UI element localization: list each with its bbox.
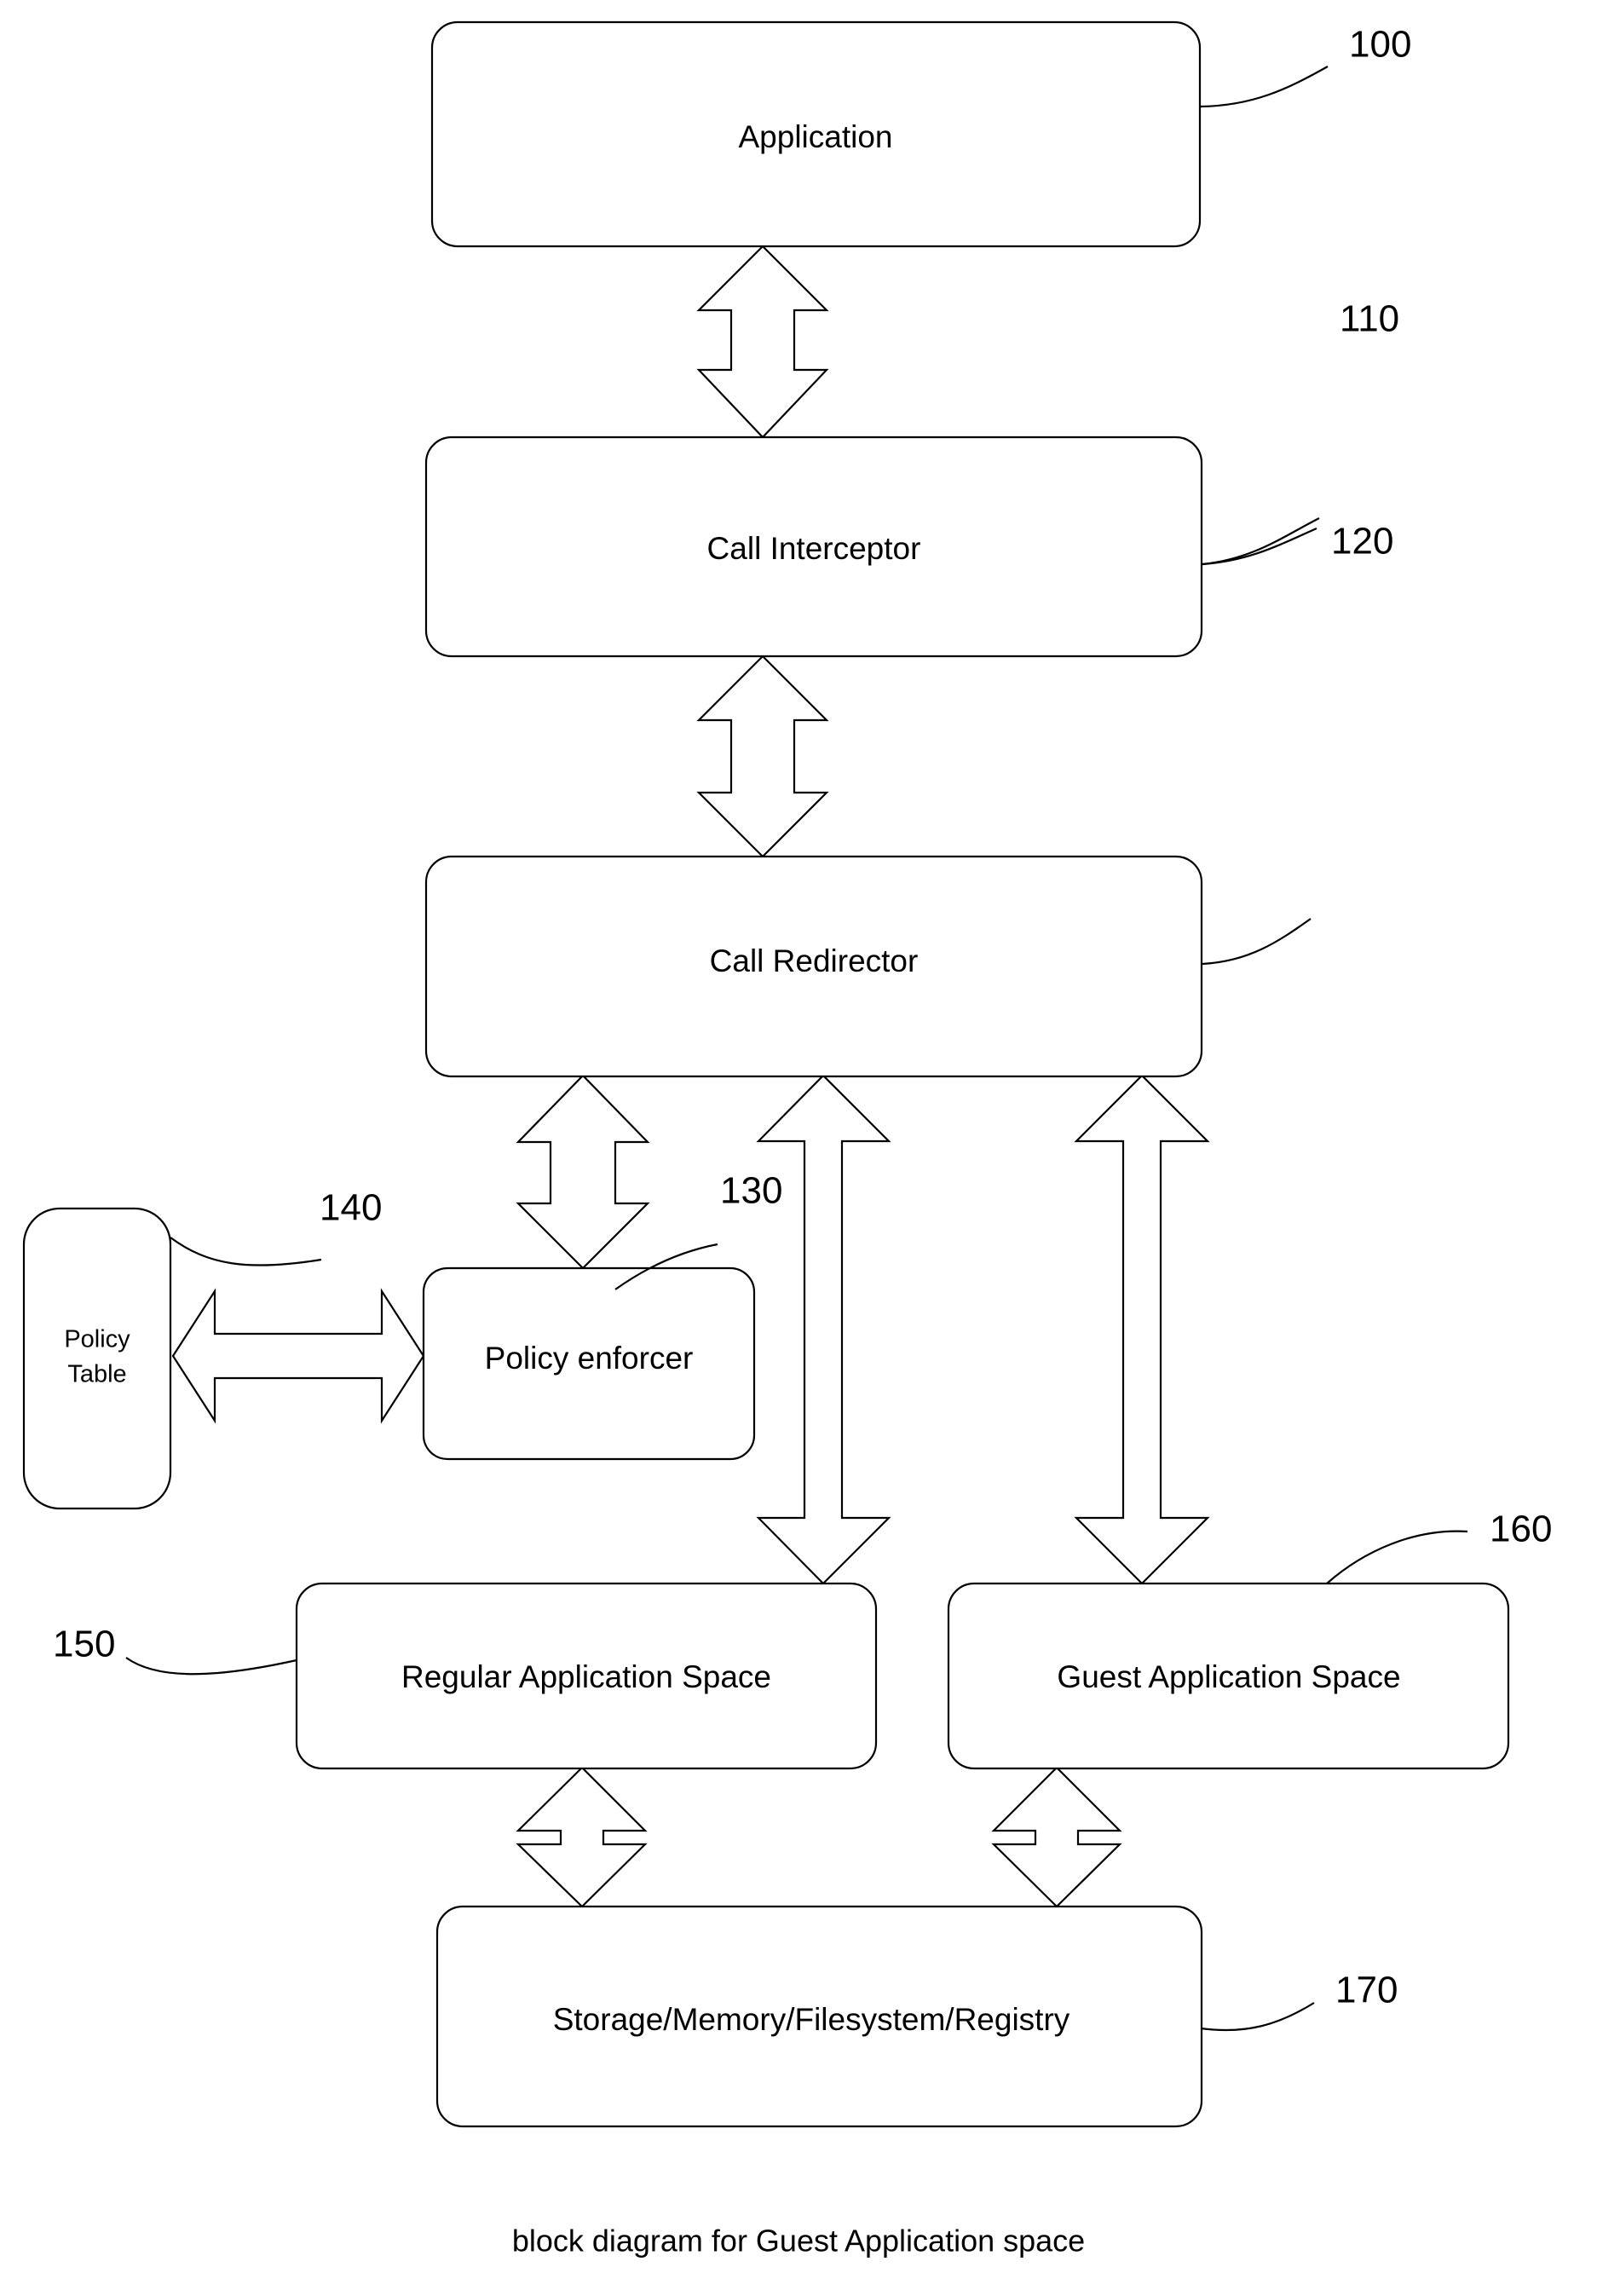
block-application-label: Application xyxy=(738,119,892,154)
connector-call-redirector-to-regular-application-space xyxy=(756,1074,891,1585)
block-policy-table[interactable]: Policy Table xyxy=(22,1207,172,1510)
block-guest-application-space-label: Guest Application Space xyxy=(1057,1659,1400,1694)
connector-guest-application-space-to-storage xyxy=(991,1766,1122,1908)
connector-regular-application-space-to-storage xyxy=(516,1766,648,1908)
connector-call-redirector-to-guest-application-space xyxy=(1074,1074,1210,1585)
block-policy-table-label-line1: Policy xyxy=(64,1326,130,1353)
connector-application-to-call-interceptor xyxy=(696,245,829,439)
reference-number-160: 160 xyxy=(1490,1509,1552,1550)
reference-callout-170: 170 xyxy=(1200,1970,1398,2032)
reference-number-170: 170 xyxy=(1335,1970,1398,2011)
block-call-redirector[interactable]: Call Redirector xyxy=(424,855,1203,1078)
block-policy-enforcer-label: Policy enforcer xyxy=(485,1341,694,1376)
reference-callout-150: 150 xyxy=(53,1624,297,1676)
block-storage-memory-filesystem-registry-label: Storage/Memory/Filesystem/Registry xyxy=(553,2002,1070,2037)
reference-number-110: 110 xyxy=(1340,298,1399,340)
connector-call-redirector-to-policy-enforcer xyxy=(516,1074,650,1270)
block-regular-application-space[interactable]: Regular Application Space xyxy=(295,1582,878,1770)
reference-number-150: 150 xyxy=(53,1624,115,1665)
leader-line-140 xyxy=(170,1237,322,1266)
reference-callout-120: 120 xyxy=(1202,521,1393,966)
block-guest-application-space[interactable]: Guest Application Space xyxy=(947,1582,1510,1770)
diagram-svg: Application Call Interceptor Call Redire… xyxy=(22,20,1552,2259)
reference-callout-100: 100 xyxy=(1200,24,1411,108)
reference-number-140: 140 xyxy=(320,1187,382,1229)
figure-caption: block diagram for Guest Application spac… xyxy=(512,2224,1085,2259)
leader-line-150 xyxy=(125,1657,297,1676)
reference-callout-160: 160 xyxy=(1326,1509,1552,1584)
block-policy-enforcer[interactable]: Policy enforcer xyxy=(422,1266,756,1461)
block-call-interceptor[interactable]: Call Interceptor xyxy=(424,436,1203,658)
block-storage-memory-filesystem-registry[interactable]: Storage/Memory/Filesystem/Registry xyxy=(435,1905,1203,2128)
connector-call-interceptor-to-call-redirector xyxy=(696,655,829,858)
block-call-redirector-label: Call Redirector xyxy=(710,943,919,978)
leader-line-160 xyxy=(1326,1530,1468,1584)
leader-line-120 xyxy=(1202,918,1312,966)
reference-number-120: 120 xyxy=(1331,521,1393,562)
reference-number-100: 100 xyxy=(1349,24,1411,66)
block-regular-application-space-label: Regular Application Space xyxy=(401,1659,771,1694)
block-policy-table-rect[interactable] xyxy=(22,1207,172,1510)
block-policy-table-label-line2: Table xyxy=(67,1361,126,1388)
reference-number-130: 130 xyxy=(720,1170,782,1212)
block-diagram-canvas: Application Call Interceptor Call Redire… xyxy=(0,0,1597,2296)
leader-line-170 xyxy=(1200,2002,1315,2032)
block-call-interceptor-label: Call Interceptor xyxy=(707,531,921,566)
leader-line-100 xyxy=(1200,66,1329,108)
reference-callout-140: 140 xyxy=(170,1187,382,1266)
leader-line-110 xyxy=(1202,527,1317,566)
connector-policy-table-to-policy-enforcer xyxy=(171,1288,425,1424)
block-application[interactable]: Application xyxy=(430,20,1202,248)
leader-line-110-b xyxy=(1202,517,1320,566)
